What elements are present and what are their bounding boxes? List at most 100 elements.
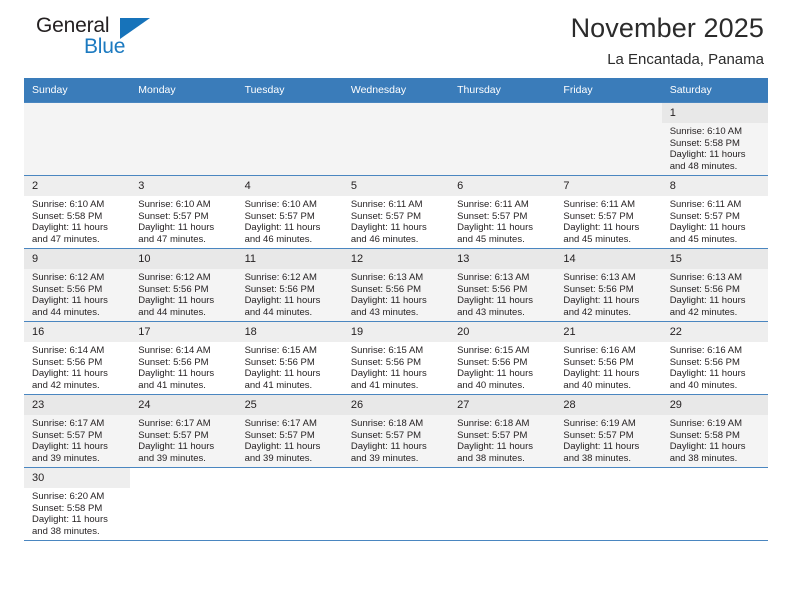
daylight-duration-line2: and 45 minutes. [669,233,738,245]
calendar-cell-empty [661,467,768,541]
sunset-time: Sunset: 5:57 PM [457,429,528,441]
calendar-day-cell[interactable]: 8 Sunrise: 6:11 AM Sunset: 5:57 PM Daylight… [661,175,768,249]
calendar-day-cell[interactable]: 21 Sunrise: 6:16 AM Sunset: 5:56 PM Dayligh… [555,321,662,395]
weekday-header-sunday: Sunday [24,78,131,103]
sunset-time: Sunset: 5:56 PM [244,356,315,368]
calendar-day-cell[interactable]: 10 Sunrise: 6:12 AM Sunset: 5:56 PM Dayligh… [130,248,237,322]
calendar-day-cell[interactable]: 5 Sunrise: 6:11 AM Sunset: 5:57 PM Daylight… [342,175,450,249]
calendar-day-cell[interactable]: 27 Sunrise: 6:18 AM Sunset: 5:57 PM Dayligh… [449,394,556,468]
daylight-duration-line1: Daylight: 11 hours [32,441,108,453]
daylight-duration-line2: and 46 minutes. [350,233,419,245]
calendar-cell-empty [342,467,450,541]
calendar-day-cell[interactable]: 15 Sunrise: 6:13 AM Sunset: 5:56 PM Dayligh… [661,248,768,322]
day-number: 30 [24,468,131,488]
sunset-time: Sunset: 5:56 PM [32,283,103,295]
brand-logo[interactable]: General Blue [24,14,224,66]
calendar-day-cell[interactable]: 13 Sunrise: 6:13 AM Sunset: 5:56 PM Dayligh… [449,248,556,322]
day-number: 5 [342,176,450,196]
calendar-day-cell[interactable]: 28 Sunrise: 6:19 AM Sunset: 5:57 PM Dayligh… [555,394,662,468]
calendar-week-row: 16 Sunrise: 6:14 AM Sunset: 5:56 PM Dayligh… [24,321,768,395]
calendar-day-cell[interactable]: 23 Sunrise: 6:17 AM Sunset: 5:57 PM Dayligh… [24,394,131,468]
day-number: 10 [130,249,237,269]
daylight-duration-line2: and 38 minutes. [32,525,100,537]
calendar-day-cell[interactable]: 22 Sunrise: 6:16 AM Sunset: 5:56 PM Dayligh… [661,321,768,395]
calendar-week-row: 23 Sunrise: 6:17 AM Sunset: 5:57 PM Dayligh… [24,394,768,468]
sunset-time: Sunset: 5:57 PM [350,210,422,222]
sunset-time: Sunset: 5:56 PM [669,356,740,368]
calendar-day-cell[interactable]: 12 Sunrise: 6:13 AM Sunset: 5:56 PM Dayligh… [342,248,450,322]
sunrise-time: Sunrise: 6:12 AM [138,272,211,283]
sunrise-time: Sunrise: 6:15 AM [350,345,424,356]
daylight-duration-line1: Daylight: 11 hours [138,222,215,234]
sunrise-time: Sunrise: 6:11 AM [457,199,529,210]
calendar-header-row: Sunday Monday Tuesday Wednesday Thursday… [24,78,768,103]
weekday-header-wednesday: Wednesday [342,78,450,103]
day-number [343,469,449,489]
day-details: Sunrise: 6:16 AM Sunset: 5:56 PM Daylight:… [555,342,661,391]
calendar-day-cell[interactable]: 7 Sunrise: 6:11 AM Sunset: 5:57 PM Daylight… [555,175,662,249]
calendar-day-cell[interactable]: 25 Sunrise: 6:17 AM Sunset: 5:57 PM Dayligh… [236,394,343,468]
daylight-duration-line1: Daylight: 11 hours [350,441,427,453]
calendar-day-cell[interactable]: 18 Sunrise: 6:15 AM Sunset: 5:56 PM Dayligh… [236,321,343,395]
sunrise-time: Sunrise: 6:11 AM [669,199,742,210]
sunrise-time: Sunrise: 6:19 AM [563,418,636,429]
calendar-cell-empty [449,102,556,176]
calendar-day-cell[interactable]: 1 Sunrise: 6:10 AM Sunset: 5:58 PM Daylight… [661,102,768,176]
daylight-duration-line2: and 44 minutes. [32,306,100,318]
sunset-time: Sunset: 5:57 PM [350,429,422,441]
day-details: Sunrise: 6:13 AM Sunset: 5:56 PM Daylight:… [343,269,449,318]
day-number: 16 [24,322,131,342]
sunset-time: Sunset: 5:56 PM [669,283,740,295]
daylight-duration-line1: Daylight: 11 hours [32,368,108,380]
sunset-time: Sunset: 5:56 PM [244,283,315,295]
sunset-time: Sunset: 5:57 PM [669,210,740,222]
calendar-body: 1 Sunrise: 6:10 AM Sunset: 5:58 PM Daylight… [24,102,768,541]
calendar-cell-empty [236,102,343,176]
daylight-duration-line2: and 42 minutes. [32,379,100,391]
calendar-day-cell[interactable]: 26 Sunrise: 6:18 AM Sunset: 5:57 PM Dayligh… [342,394,450,468]
day-number: 11 [236,249,343,269]
daylight-duration-line2: and 41 minutes. [138,379,206,391]
calendar-day-cell[interactable]: 17 Sunrise: 6:14 AM Sunset: 5:56 PM Dayligh… [130,321,237,395]
daylight-duration-line2: and 44 minutes. [244,306,313,318]
calendar-day-cell[interactable]: 4 Sunrise: 6:10 AM Sunset: 5:57 PM Daylight… [236,175,343,249]
sunset-time: Sunset: 5:56 PM [32,356,103,368]
calendar-week-row: 9 Sunrise: 6:12 AM Sunset: 5:56 PM Daylight… [24,248,768,322]
daylight-duration-line1: Daylight: 11 hours [457,368,533,380]
daylight-duration-line1: Daylight: 11 hours [32,295,108,307]
day-details: Sunrise: 6:10 AM Sunset: 5:57 PM Daylight:… [237,196,343,245]
day-number: 28 [555,395,662,415]
day-number: 24 [130,395,237,415]
sunrise-time: Sunrise: 6:10 AM [32,199,105,210]
day-number: 26 [342,395,450,415]
day-number: 7 [555,176,662,196]
calendar-day-cell[interactable]: 11 Sunrise: 6:12 AM Sunset: 5:56 PM Dayligh… [236,248,343,322]
daylight-duration-line2: and 48 minutes. [669,160,738,172]
sunrise-sunset-calendar: Sunday Monday Tuesday Wednesday Thursday… [24,78,768,541]
day-number: 19 [342,322,450,342]
day-details: Sunrise: 6:12 AM Sunset: 5:56 PM Daylight:… [237,269,343,318]
sunrise-time: Sunrise: 6:11 AM [563,199,636,210]
calendar-day-cell[interactable]: 30 Sunrise: 6:20 AM Sunset: 5:58 PM Dayligh… [24,467,131,541]
daylight-duration-line2: and 42 minutes. [563,306,632,318]
calendar-day-cell[interactable]: 19 Sunrise: 6:15 AM Sunset: 5:56 PM Dayligh… [342,321,450,395]
day-number: 1 [661,103,768,123]
sunset-time: Sunset: 5:57 PM [138,429,209,441]
calendar-day-cell[interactable]: 14 Sunrise: 6:13 AM Sunset: 5:56 PM Dayligh… [555,248,662,322]
daylight-duration-line2: and 39 minutes. [350,452,419,464]
calendar-day-cell[interactable]: 20 Sunrise: 6:15 AM Sunset: 5:56 PM Dayligh… [449,321,556,395]
calendar-day-cell[interactable]: 2 Sunrise: 6:10 AM Sunset: 5:58 PM Daylight… [24,175,131,249]
daylight-duration-line1: Daylight: 11 hours [244,295,321,307]
calendar-day-cell[interactable]: 16 Sunrise: 6:14 AM Sunset: 5:56 PM Dayligh… [24,321,131,395]
calendar-day-cell[interactable]: 3 Sunrise: 6:10 AM Sunset: 5:57 PM Daylight… [130,175,237,249]
day-details: Sunrise: 6:11 AM Sunset: 5:57 PM Daylight:… [555,196,661,245]
calendar-day-cell[interactable]: 9 Sunrise: 6:12 AM Sunset: 5:56 PM Daylight… [24,248,131,322]
day-number [130,104,236,124]
sunset-time: Sunset: 5:56 PM [457,283,528,295]
sunset-time: Sunset: 5:58 PM [32,210,103,222]
calendar-day-cell[interactable]: 29 Sunrise: 6:19 AM Sunset: 5:58 PM Dayligh… [661,394,768,468]
calendar-day-cell[interactable]: 24 Sunrise: 6:17 AM Sunset: 5:57 PM Dayligh… [130,394,237,468]
daylight-duration-line2: and 43 minutes. [457,306,525,318]
calendar-day-cell[interactable]: 6 Sunrise: 6:11 AM Sunset: 5:57 PM Daylight… [449,175,556,249]
sunset-time: Sunset: 5:56 PM [350,356,422,368]
